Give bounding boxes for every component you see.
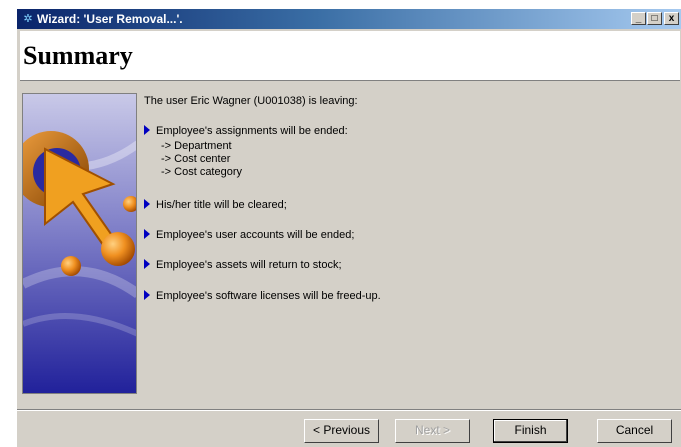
previous-button[interactable]: < Previous [304, 419, 379, 443]
list-item-text: Employee's user accounts will be ended; [156, 229, 355, 241]
next-button[interactable]: Next > [395, 419, 470, 443]
wizard-window: ✲ Wizard: 'User Removal...'. _ □ x Summa… [16, 8, 681, 447]
bullet-arrow-icon [144, 125, 150, 135]
bullet-arrow-icon [144, 290, 150, 300]
wizard-content: The user Eric Wagner (U001038) is leavin… [20, 83, 680, 409]
finish-button[interactable]: Finish [493, 419, 568, 443]
sub-item: -> Cost center [161, 153, 231, 165]
list-item: Employee's assignments will be ended: [144, 125, 348, 137]
banner-illustration [23, 94, 136, 393]
wizard-banner-image [22, 93, 137, 394]
sub-item: -> Cost category [161, 166, 243, 178]
close-button[interactable]: x [664, 12, 679, 25]
list-item-text: His/her title will be cleared; [156, 199, 287, 211]
list-item: Employee's user accounts will be ended; [144, 229, 354, 241]
page-title: Summary [23, 41, 133, 70]
list-item: His/her title will be cleared; [144, 199, 287, 211]
list-item-text: Employee's assets will return to stock; [156, 259, 342, 271]
sub-item: -> Department [161, 140, 232, 152]
bullet-arrow-icon [144, 229, 150, 239]
maximize-button[interactable]: □ [647, 12, 662, 25]
list-item-text: Employee's assignments will be ended: [156, 125, 348, 137]
footer-separator [17, 409, 681, 411]
list-item-text: Employee's software licenses will be fre… [156, 290, 381, 302]
window-title: Wizard: 'User Removal...'. [37, 12, 183, 26]
minimize-button[interactable]: _ [631, 12, 646, 25]
summary-intro: The user Eric Wagner (U001038) is leavin… [144, 95, 358, 107]
bullet-arrow-icon [144, 199, 150, 209]
wizard-header: Summary [20, 31, 680, 81]
list-item: Employee's software licenses will be fre… [144, 290, 381, 302]
cancel-button[interactable]: Cancel [597, 419, 672, 443]
bullet-arrow-icon [144, 259, 150, 269]
app-icon: ✲ [23, 13, 33, 25]
title-bar[interactable]: ✲ Wizard: 'User Removal...'. _ □ x [17, 9, 681, 29]
list-item: Employee's assets will return to stock; [144, 259, 342, 271]
